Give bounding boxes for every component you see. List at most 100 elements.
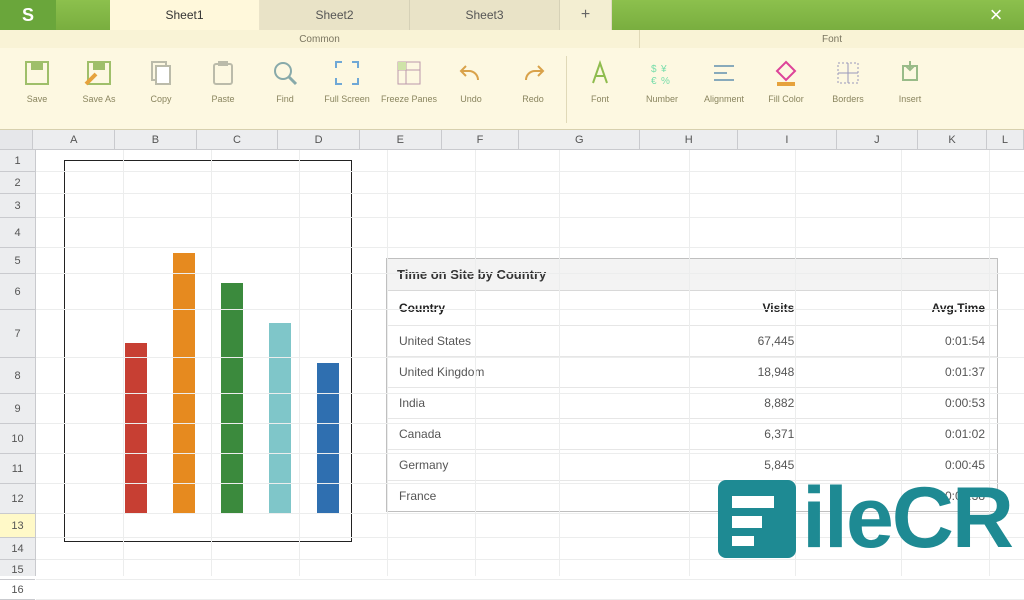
column-header[interactable]: J: [837, 130, 919, 149]
ribbon-label: Freeze Panes: [381, 94, 437, 104]
row-header[interactable]: 16: [0, 580, 35, 600]
row-header[interactable]: 2: [0, 172, 35, 194]
cell-visits: 67,445: [657, 326, 807, 357]
cell-country: Germany: [387, 450, 657, 481]
chart-bar: [317, 363, 339, 513]
row-header[interactable]: 5: [0, 248, 35, 274]
row-header[interactable]: 12: [0, 484, 35, 514]
ribbon-label: Save As: [82, 94, 115, 104]
row-header[interactable]: 8: [0, 358, 35, 394]
sheet-tab-2[interactable]: Sheet2: [260, 0, 410, 30]
borders-icon: [831, 56, 865, 90]
column-header[interactable]: K: [918, 130, 987, 149]
ribbon-label: Redo: [522, 94, 544, 104]
row-header[interactable]: 11: [0, 454, 35, 484]
find-icon: [268, 56, 302, 90]
app-icon: S: [0, 0, 56, 30]
ribbon-label: Find: [276, 94, 294, 104]
column-header[interactable]: G: [519, 130, 640, 149]
ribbon-label: Alignment: [704, 94, 744, 104]
insert-button[interactable]: Insert: [879, 52, 941, 127]
column-header[interactable]: D: [278, 130, 360, 149]
row-header[interactable]: 1: [0, 150, 35, 172]
row-header[interactable]: 4: [0, 218, 35, 248]
ribbon-label: Save: [27, 94, 48, 104]
ribbon-label: Insert: [899, 94, 922, 104]
save-as-button[interactable]: Save As: [68, 52, 130, 127]
row-header[interactable]: 15: [0, 560, 35, 580]
row-header[interactable]: 9: [0, 394, 35, 424]
copy-icon: [144, 56, 178, 90]
table-row: United States67,4450:01:54: [387, 326, 997, 357]
column-header[interactable]: B: [115, 130, 197, 149]
add-sheet-button[interactable]: +: [560, 0, 612, 30]
cell-country: United States: [387, 326, 657, 357]
fill-color-button[interactable]: Fill Color: [755, 52, 817, 127]
ribbon-label: Fill Color: [768, 94, 804, 104]
column-header[interactable]: C: [197, 130, 279, 149]
chart-bar: [125, 343, 147, 513]
row-header[interactable]: 14: [0, 538, 35, 560]
save-button[interactable]: Save: [6, 52, 68, 127]
fill-color-icon: [769, 56, 803, 90]
find-button[interactable]: Find: [254, 52, 316, 127]
font-icon: [583, 56, 617, 90]
column-header[interactable]: I: [738, 130, 836, 149]
undo-button[interactable]: Undo: [440, 52, 502, 127]
row-headers: 12345678910111213141516: [0, 150, 36, 576]
row-header[interactable]: 13: [0, 514, 35, 538]
undo-icon: [454, 56, 488, 90]
alignment-button[interactable]: Alignment: [693, 52, 755, 127]
table-title: Time on Site by Country: [387, 259, 997, 291]
number-icon: $¥€%: [645, 56, 679, 90]
freeze-panes-button[interactable]: Freeze Panes: [378, 52, 440, 127]
sheet-tab-1[interactable]: Sheet1: [110, 0, 260, 30]
svg-text:%: %: [661, 76, 670, 87]
full-screen-button[interactable]: Full Screen: [316, 52, 378, 127]
borders-button[interactable]: Borders: [817, 52, 879, 127]
column-header[interactable]: H: [640, 130, 738, 149]
number-button[interactable]: $¥€% Number: [631, 52, 693, 127]
column-header[interactable]: A: [33, 130, 115, 149]
column-header[interactable]: F: [442, 130, 520, 149]
copy-button[interactable]: Copy: [130, 52, 192, 127]
paste-button[interactable]: Paste: [192, 52, 254, 127]
close-button[interactable]: ×: [968, 0, 1024, 30]
row-header[interactable]: 7: [0, 310, 35, 358]
ribbon-label: Borders: [832, 94, 864, 104]
chart-bar: [173, 253, 195, 513]
ribbon: Save Save As Copy Paste Find Full Screen Freez…: [0, 48, 1024, 130]
row-header[interactable]: 10: [0, 424, 35, 454]
redo-button[interactable]: Redo: [502, 52, 564, 127]
ribbon-group-labels: Common Font: [0, 30, 1024, 48]
column-headers: ABCDEFGHIJKL: [0, 130, 1024, 150]
sheet-tab-3[interactable]: Sheet3: [410, 0, 560, 30]
redo-icon: [516, 56, 550, 90]
full-screen-icon: [330, 56, 364, 90]
chart-bar: [269, 323, 291, 513]
svg-text:$: $: [651, 64, 657, 75]
column-header[interactable]: E: [360, 130, 442, 149]
row-header[interactable]: 3: [0, 194, 35, 218]
ribbon-group-font: Font: [640, 30, 1024, 48]
save-icon: [20, 56, 54, 90]
font-button[interactable]: Font: [569, 52, 631, 127]
row-header[interactable]: 6: [0, 274, 35, 310]
ribbon-label: Paste: [211, 94, 234, 104]
ribbon-group-common: Common: [0, 30, 640, 48]
ribbon-label: Copy: [150, 94, 171, 104]
sheet-tabs: Sheet1Sheet2Sheet3+: [110, 0, 612, 30]
ribbon-label: Full Screen: [324, 94, 370, 104]
column-header[interactable]: L: [987, 130, 1024, 149]
select-all-corner[interactable]: [0, 130, 33, 149]
freeze-panes-icon: [392, 56, 426, 90]
ribbon-label: Number: [646, 94, 678, 104]
paste-icon: [206, 56, 240, 90]
watermark-logo: ileCR: [718, 469, 1012, 568]
cell-country: France: [387, 481, 657, 512]
titlebar: S Sheet1Sheet2Sheet3+ ×: [0, 0, 1024, 30]
cell-visits: 18,948: [657, 357, 807, 388]
ribbon-label: Undo: [460, 94, 482, 104]
insert-icon: [893, 56, 927, 90]
table-row: United Kingdom18,9480:01:37: [387, 357, 997, 388]
